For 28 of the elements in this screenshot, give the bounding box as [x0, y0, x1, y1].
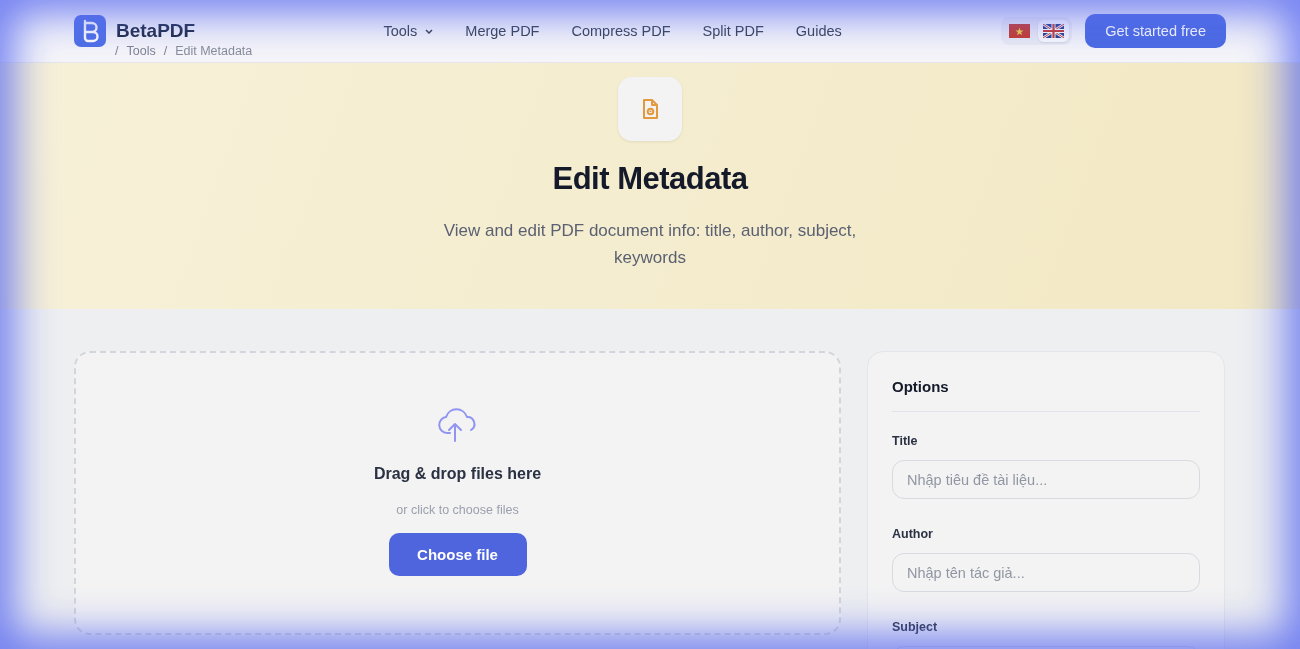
nav-link[interactable]: Split PDF	[702, 23, 764, 39]
field-label: Title	[892, 434, 919, 448]
get-started-button[interactable]: Get started free	[1085, 14, 1226, 48]
page-title: Edit Metadata	[552, 161, 748, 197]
nav-link[interactable]: Compress PDF	[571, 23, 671, 39]
nav-link[interactable]: Merge PDF	[465, 23, 540, 39]
logo-icon	[74, 15, 106, 47]
breadcrumb-separator: /	[115, 44, 119, 58]
choose-file-button[interactable]: Choose file	[388, 533, 527, 576]
field-label: Author	[892, 527, 934, 541]
cloud-upload-icon	[436, 407, 479, 443]
drop-zone[interactable]: Drag & drop files here or click to choose files Choose file	[74, 351, 841, 635]
input-field[interactable]: Nhập tên tác giả...	[892, 553, 1200, 592]
drop-zone-hint: or click to choose files	[396, 503, 519, 517]
breadcrumb-separator: /	[163, 44, 168, 58]
page-subtitle: View and edit PDF document info: title, author, subject, keywords	[442, 220, 858, 269]
language-button[interactable]	[1038, 20, 1070, 42]
flag-icon	[1009, 24, 1031, 38]
field-label: Subject	[892, 620, 939, 634]
nav-link[interactable]: Tools	[383, 23, 434, 39]
panel-title: Options	[892, 378, 950, 395]
flag-icon	[1043, 24, 1065, 38]
breadcrumb-link[interactable]: Tools	[126, 44, 156, 58]
drop-zone-title: Drag & drop files here	[373, 465, 542, 483]
nav-link[interactable]: Guides	[795, 23, 842, 39]
brand-name[interactable]: BetaPDF	[116, 20, 196, 42]
input-field[interactable]: Nhập tiêu đề tài liệu...	[892, 460, 1200, 499]
chevron-down-icon	[425, 28, 434, 34]
